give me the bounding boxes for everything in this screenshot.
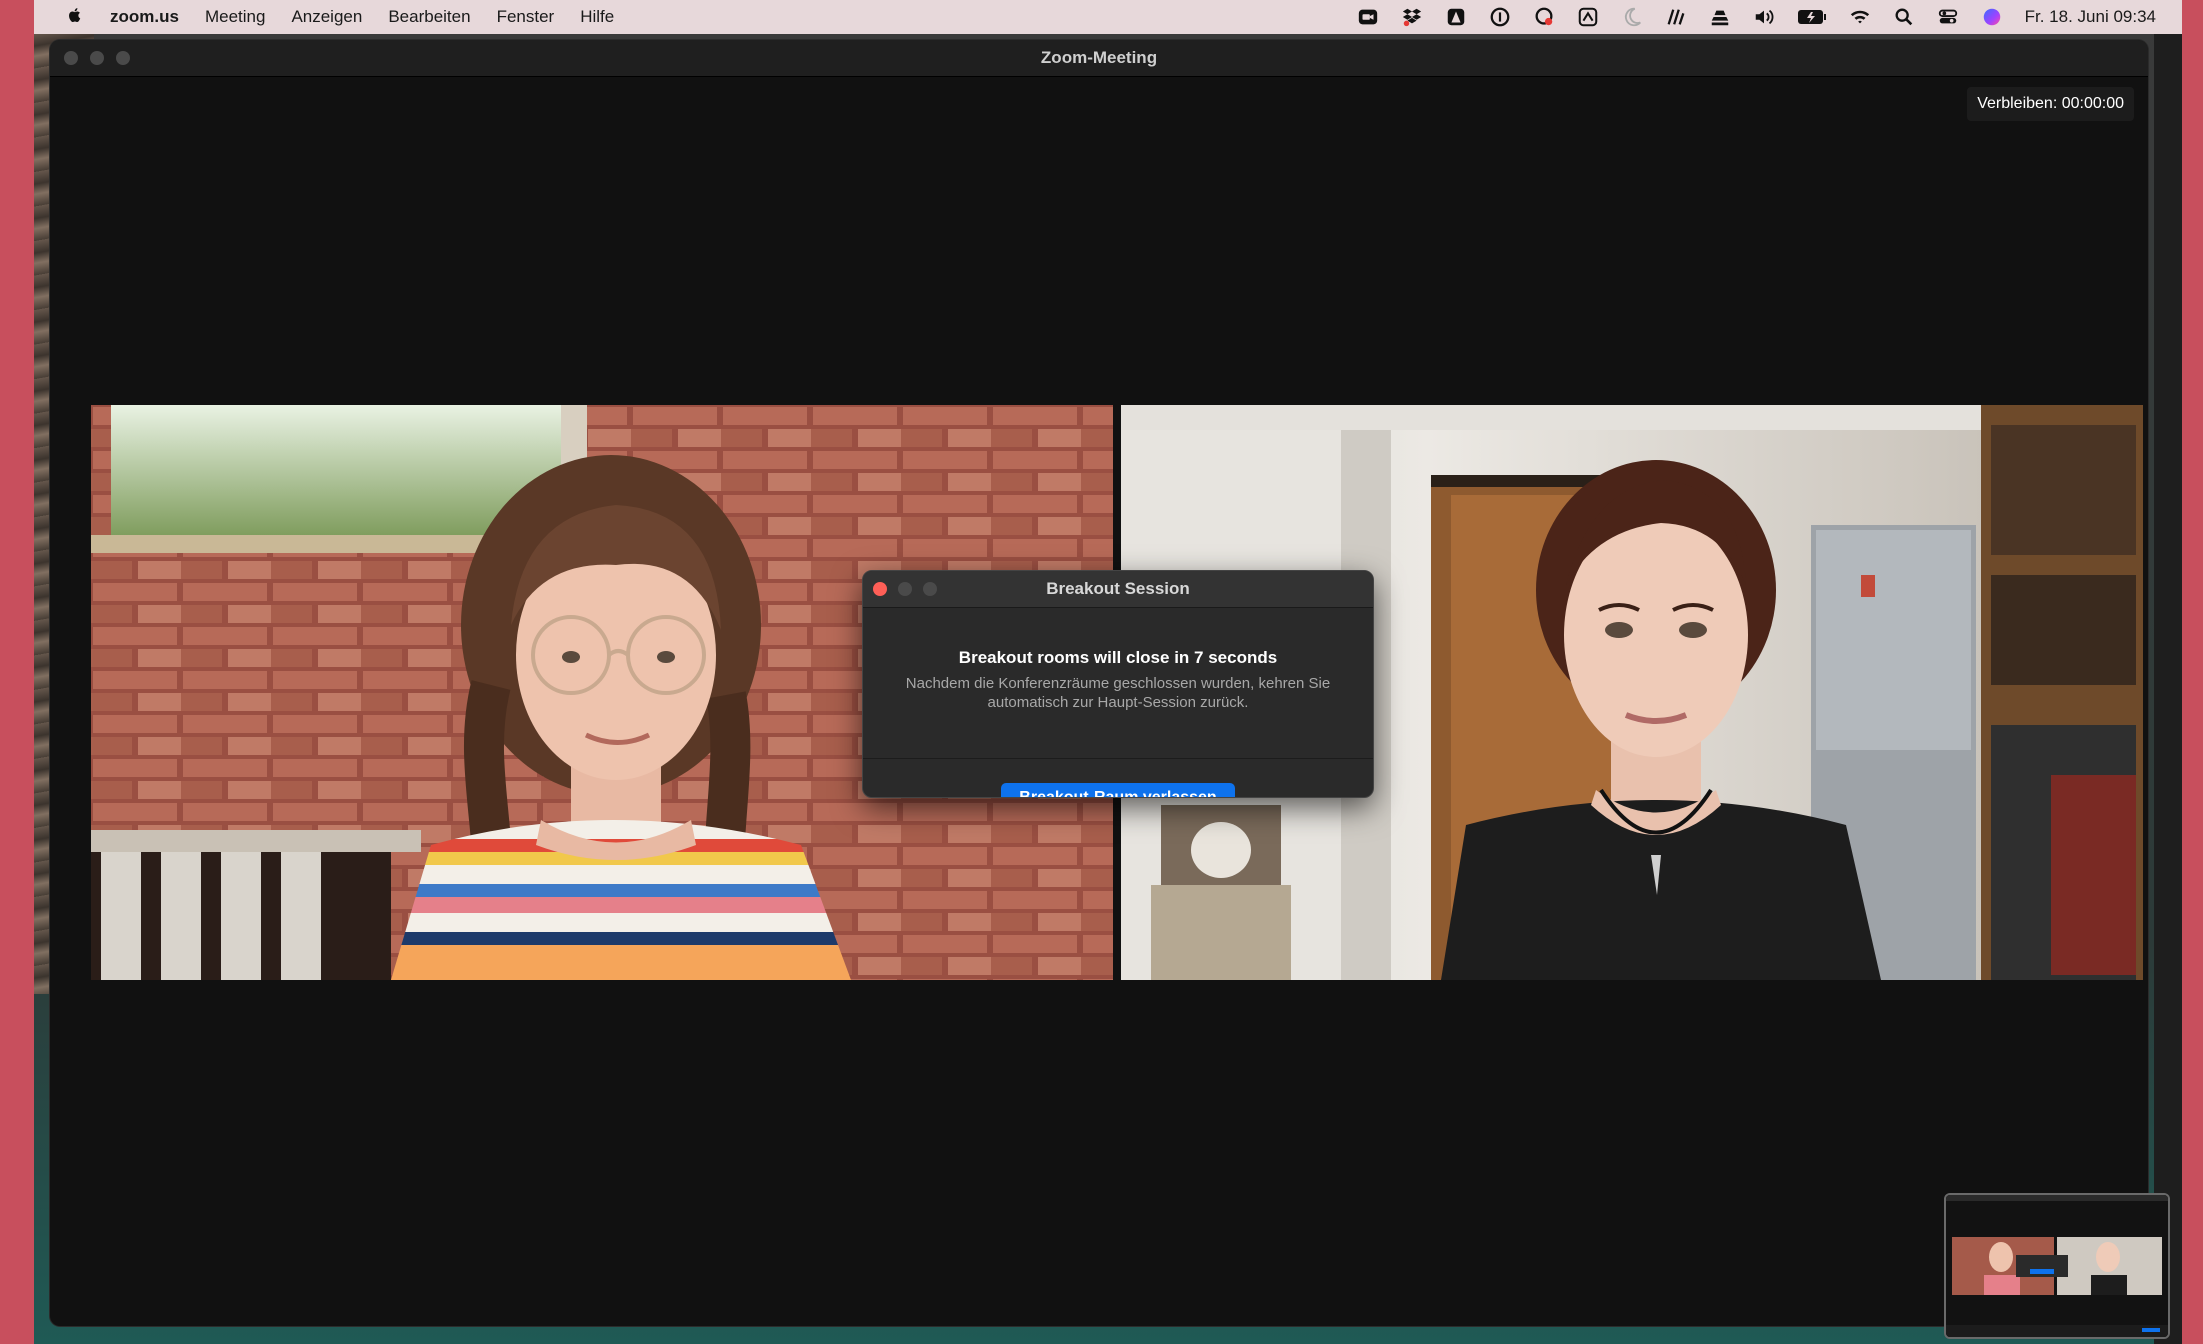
close-window-icon[interactable] <box>64 51 78 65</box>
remaining-time-badge: Verbleiben: 00:00:00 <box>1967 87 2134 121</box>
breakout-session-dialog: Breakout Session Breakout rooms will clo… <box>862 570 1374 798</box>
onepassword-icon[interactable] <box>1489 6 1511 28</box>
volume-icon[interactable] <box>1753 6 1775 28</box>
window-titlebar[interactable]: Zoom-Meeting <box>50 40 2148 77</box>
status-area: Fr. 18. Juni 09:34 <box>1335 6 2156 28</box>
dialog-minimize-icon <box>898 582 912 596</box>
menu-meeting[interactable]: Meeting <box>205 7 265 27</box>
mini-meeting-thumbnail[interactable] <box>1944 1193 2170 1339</box>
apple-menu-icon[interactable] <box>64 6 86 29</box>
app-icon[interactable] <box>1445 6 1467 28</box>
search-icon[interactable] <box>1893 6 1915 28</box>
mini-video-preview <box>1946 1195 2168 1337</box>
stack-icon[interactable] <box>1709 6 1731 28</box>
dialog-title: Breakout Session <box>1046 579 1190 598</box>
minimize-window-icon[interactable] <box>90 51 104 65</box>
control-center-icon[interactable] <box>1937 6 1959 28</box>
vpn-icon[interactable] <box>1577 6 1599 28</box>
window-controls <box>64 51 130 65</box>
siri-icon[interactable] <box>1981 6 2003 28</box>
dialog-body: Breakout rooms will close in 7 seconds N… <box>863 608 1373 759</box>
dialog-titlebar[interactable]: Breakout Session <box>863 571 1373 608</box>
dialog-footer: Breakout-Raum verlassen <box>863 759 1373 797</box>
zoom-video-icon[interactable] <box>1357 6 1379 28</box>
dialog-window-controls <box>873 582 937 596</box>
menu-bar: zoom.us Meeting Anzeigen Bearbeiten Fens… <box>34 0 2182 34</box>
wifi-icon[interactable] <box>1849 6 1871 28</box>
moon-icon[interactable] <box>1621 6 1643 28</box>
dialog-close-icon[interactable] <box>873 582 887 596</box>
leave-breakout-room-button[interactable]: Breakout-Raum verlassen <box>1001 783 1235 797</box>
menu-anzeigen[interactable]: Anzeigen <box>291 7 362 27</box>
dialog-zoom-icon <box>923 582 937 596</box>
zoom-window-icon[interactable] <box>116 51 130 65</box>
cloud-icon[interactable] <box>1533 6 1555 28</box>
menu-app-name[interactable]: zoom.us <box>110 7 179 27</box>
dialog-headline: Breakout rooms will close in 7 seconds <box>958 648 1278 667</box>
menubar-clock[interactable]: Fr. 18. Juni 09:34 <box>2025 7 2156 27</box>
dialog-message: Nachdem die Konferenzräume geschlossen w… <box>905 675 1331 711</box>
battery-icon[interactable] <box>1797 6 1827 28</box>
dropbox-icon[interactable] <box>1401 6 1423 28</box>
menu-hilfe[interactable]: Hilfe <box>580 7 614 27</box>
menu-bearbeiten[interactable]: Bearbeiten <box>388 7 470 27</box>
signal-icon[interactable] <box>1665 6 1687 28</box>
window-title: Zoom-Meeting <box>1040 48 1158 67</box>
menu-fenster[interactable]: Fenster <box>497 7 555 27</box>
background-window <box>2154 34 2182 1344</box>
